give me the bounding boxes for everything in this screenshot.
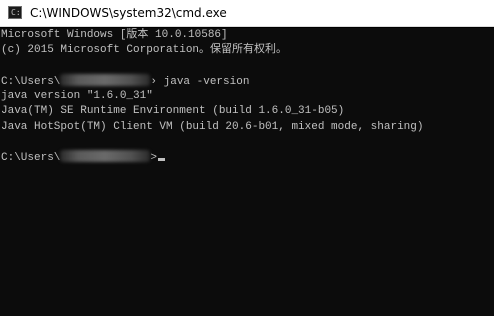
prompt-prefix: C:\Users\ (1, 75, 61, 88)
redacted-username (60, 150, 151, 163)
cmd-icon[interactable]: C: (8, 6, 22, 19)
console-line: java version "1.6.0_31" (1, 90, 153, 103)
prompt-line[interactable]: C:\Users\ > (1, 150, 494, 165)
empty-line (1, 59, 494, 74)
prompt-symbol: > (150, 152, 158, 165)
redacted-username (60, 73, 151, 86)
title-bar[interactable]: C: C:\WINDOWS\system32\cmd.exe (0, 0, 494, 27)
empty-line (1, 135, 494, 150)
console-line: Java(TM) SE Runtime Environment (build 1… (1, 105, 345, 118)
prompt-line: C:\Users\ › java -version (1, 73, 494, 89)
console-output[interactable]: Microsoft Windows [版本 10.0.10586] (c) 20… (0, 28, 494, 316)
console-line: Java HotSpot(TM) Client VM (build 20.6-b… (1, 120, 424, 133)
console-line: Microsoft Windows [版本 10.0.10586] (1, 29, 228, 41)
text-cursor (158, 158, 166, 162)
prompt-prefix: C:\Users\ (1, 152, 61, 165)
prompt-glyph-icon: C: (11, 8, 21, 17)
console-line: (c) 2015 Microsoft Corporation。保留所有权利。 (1, 44, 288, 57)
prompt-command: › java -version (150, 75, 250, 88)
cmd-window: C: C:\WINDOWS\system32\cmd.exe Microsoft… (0, 0, 494, 316)
window-title: C:\WINDOWS\system32\cmd.exe (30, 6, 227, 20)
